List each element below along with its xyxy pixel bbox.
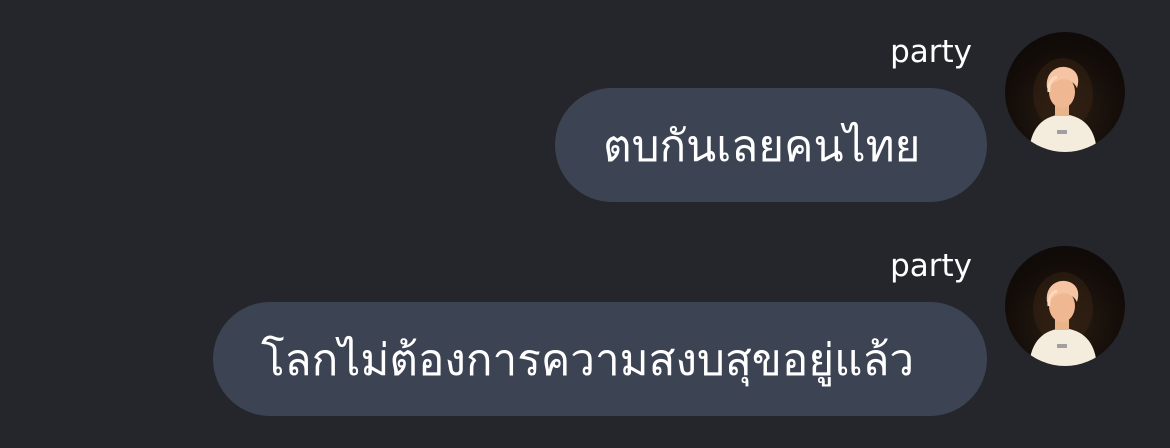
message-text: โลกไม่ต้องการความสงบสุขอยู่แล้ว — [261, 335, 915, 386]
avatar-photo — [1029, 58, 1097, 152]
avatar[interactable] — [1005, 246, 1125, 366]
message-text: ตบกันเลยคนไทย — [603, 121, 921, 172]
chat-message: party ตบกันเลยคนไทย — [0, 32, 1170, 232]
sender-name: party — [890, 248, 972, 284]
avatar[interactable] — [1005, 32, 1125, 152]
message-bubble[interactable]: ตบกันเลยคนไทย — [555, 88, 987, 202]
sender-name: party — [890, 34, 972, 70]
message-bubble[interactable]: โลกไม่ต้องการความสงบสุขอยู่แล้ว — [213, 302, 987, 416]
chat-message: party โลกไม่ต้องการความสงบสุขอยู่แล้ว — [0, 246, 1170, 446]
avatar-photo — [1029, 272, 1097, 366]
